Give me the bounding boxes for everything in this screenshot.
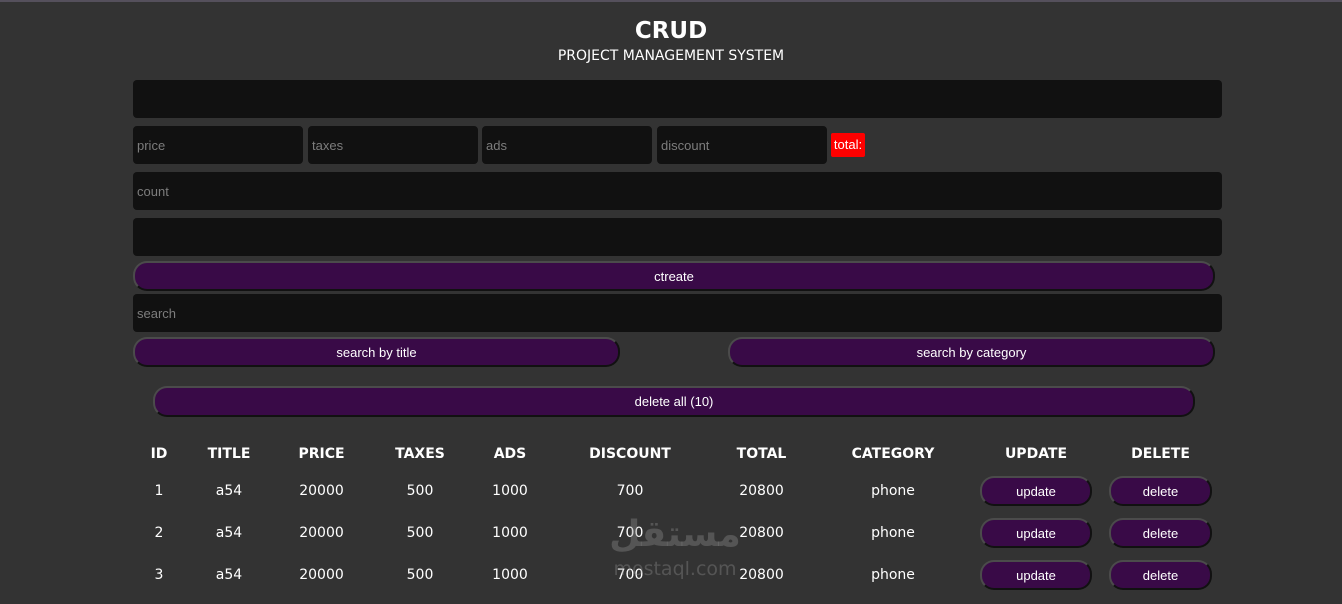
cell-category: phone — [871, 567, 915, 583]
cell-total: 20800 — [739, 483, 784, 499]
cell-category: phone — [871, 483, 915, 499]
header-discount: DISCOUNT — [589, 446, 671, 462]
cell-title: a54 — [215, 483, 243, 499]
cell-ads: 1000 — [492, 525, 528, 541]
page-header: CRUD PROJECT MANAGEMENT SYSTEM — [0, 16, 1342, 66]
table-row: 1 a54 20000 500 1000 700 20800 phone upd… — [133, 470, 1222, 512]
header-update: UPDATE — [1004, 446, 1068, 462]
header-delete: DELETE — [1131, 446, 1190, 462]
cell-id: 3 — [154, 567, 164, 583]
cell-delete: delete — [1099, 554, 1222, 596]
header-category: CATEGORY — [851, 446, 935, 462]
delete-button[interactable]: delete — [1109, 518, 1212, 548]
cell-delete: delete — [1099, 512, 1222, 554]
update-button[interactable]: update — [980, 560, 1092, 590]
create-button[interactable]: ctreate — [133, 261, 1215, 291]
watermark-url: mostaql.com — [613, 558, 737, 580]
cell-update: update — [973, 554, 1099, 596]
cell-delete: delete — [1099, 470, 1222, 512]
header-id: ID — [150, 446, 168, 462]
cell-taxes: 500 — [406, 483, 434, 499]
cell-taxes: 500 — [406, 525, 434, 541]
total-badge: total: — [831, 133, 865, 157]
update-button[interactable]: update — [980, 476, 1092, 506]
delete-button[interactable]: delete — [1109, 560, 1212, 590]
delete-all-button[interactable]: delete all (10) — [153, 386, 1195, 417]
cell-id: 2 — [154, 525, 164, 541]
header-ads: ADS — [493, 446, 527, 462]
price-input[interactable] — [133, 126, 303, 164]
cell-category: phone — [871, 525, 915, 541]
update-button[interactable]: update — [980, 518, 1092, 548]
search-by-category-button[interactable]: search by category — [728, 337, 1215, 367]
mostaql-watermark: مستقل mostaql.com — [590, 512, 760, 592]
cell-title: a54 — [215, 567, 243, 583]
cell-price: 20000 — [299, 525, 344, 541]
delete-button[interactable]: delete — [1109, 476, 1212, 506]
watermark-arabic-logo: مستقل — [609, 514, 741, 555]
cell-ads: 1000 — [492, 567, 528, 583]
taxes-input[interactable] — [308, 126, 478, 164]
count-input[interactable] — [133, 172, 1222, 210]
cell-id: 1 — [154, 483, 164, 499]
header-price: PRICE — [298, 446, 345, 462]
discount-input[interactable] — [657, 126, 827, 164]
table-header-row: ID TITLE PRICE TAXES ADS DISCOUNT TOTAL … — [133, 438, 1222, 470]
cell-discount: 700 — [616, 483, 644, 499]
cell-taxes: 500 — [406, 567, 434, 583]
cell-title: a54 — [215, 525, 243, 541]
cell-ads: 1000 — [492, 483, 528, 499]
cell-price: 20000 — [299, 483, 344, 499]
category-input[interactable] — [133, 218, 1222, 256]
window-top-border — [0, 0, 1342, 2]
ads-input[interactable] — [482, 126, 652, 164]
header-total: TOTAL — [736, 446, 787, 462]
cell-update: update — [973, 512, 1099, 554]
cell-price: 20000 — [299, 567, 344, 583]
page-subtitle: PROJECT MANAGEMENT SYSTEM — [557, 48, 785, 64]
search-by-title-button[interactable]: search by title — [133, 337, 620, 367]
header-title: TITLE — [207, 446, 251, 462]
header-taxes: TAXES — [395, 446, 445, 462]
title-input[interactable] — [133, 80, 1222, 118]
search-input[interactable] — [133, 294, 1222, 332]
page-title: CRUD — [634, 18, 708, 44]
cell-update: update — [973, 470, 1099, 512]
